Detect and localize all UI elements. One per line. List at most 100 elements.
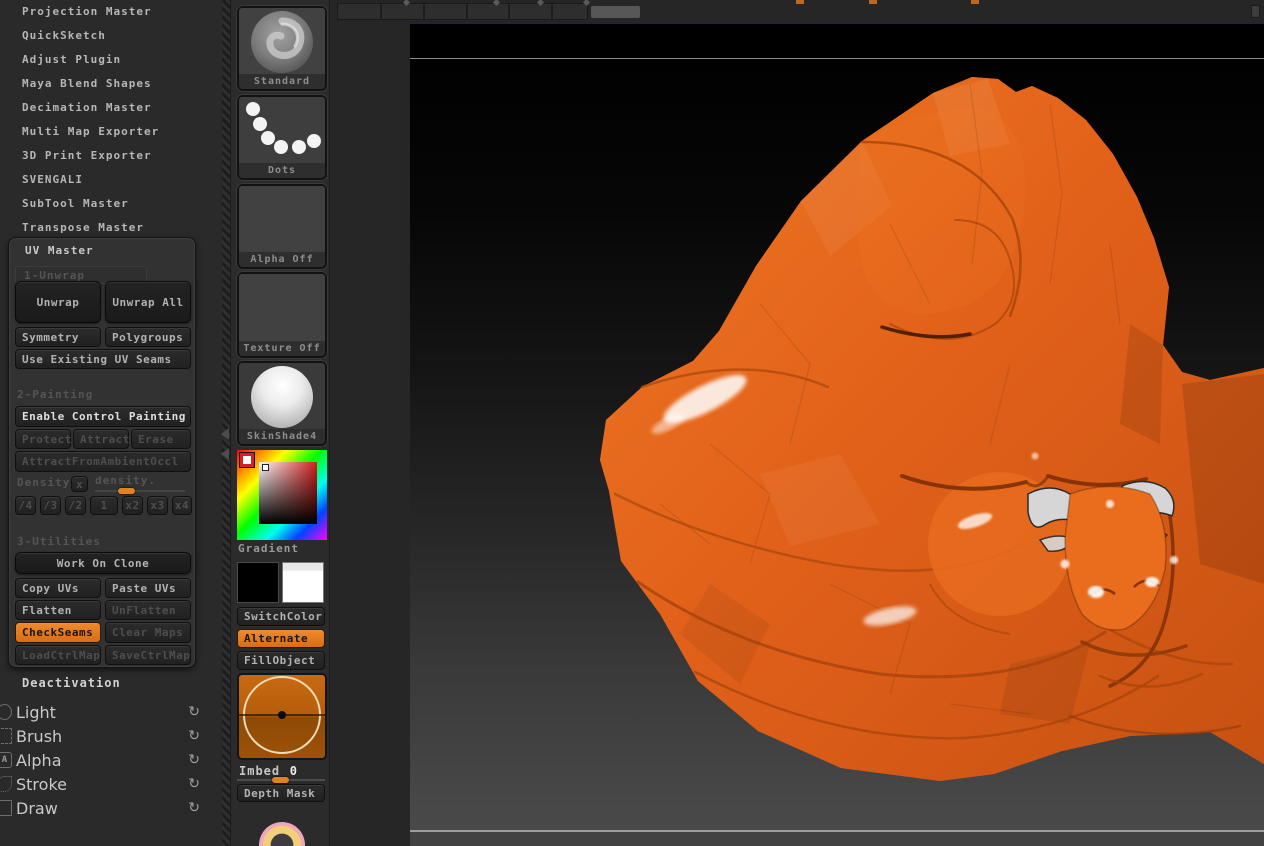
imbed-curve-widget[interactable] bbox=[237, 673, 327, 760]
reset-icon[interactable]: ↻ bbox=[188, 729, 200, 743]
tray-scrollbar[interactable] bbox=[337, 3, 588, 20]
material-sphere-thumbnail bbox=[239, 363, 325, 429]
checkseams-button[interactable]: CheckSeams bbox=[15, 622, 101, 643]
dots-icon bbox=[246, 102, 321, 154]
unwrap-button[interactable]: Unwrap bbox=[15, 281, 101, 323]
reset-icon[interactable]: ↻ bbox=[188, 753, 200, 767]
menu-multi-map-exporter[interactable]: Multi Map Exporter bbox=[0, 120, 214, 144]
sidebar-scroll-strip[interactable] bbox=[221, 0, 230, 846]
paste-uvs-button[interactable]: Paste UVs bbox=[105, 578, 191, 598]
x4-button[interactable]: x4 bbox=[172, 496, 192, 515]
alpha-icon: A bbox=[0, 752, 12, 768]
deactivation-label: Brush bbox=[16, 726, 63, 746]
unwrap-all-button[interactable]: Unwrap All bbox=[105, 281, 191, 323]
menu-svengali[interactable]: SVENGALI bbox=[0, 168, 214, 192]
tray-collapse-arrow-icon[interactable] bbox=[221, 448, 229, 460]
density-x-button[interactable]: x bbox=[71, 476, 88, 492]
reset-icon[interactable]: ↻ bbox=[188, 777, 200, 791]
attract-button[interactable]: Attract bbox=[73, 429, 129, 449]
deactivation-label: Alpha bbox=[16, 750, 62, 770]
stroke-selector-tile[interactable]: Dots bbox=[237, 95, 327, 180]
orange-tick-icon bbox=[869, 0, 877, 4]
div2-button[interactable]: /2 bbox=[65, 496, 86, 515]
tray-segment-divider bbox=[508, 4, 510, 19]
color-picker[interactable] bbox=[237, 450, 327, 540]
x1-button[interactable]: 1 bbox=[90, 496, 118, 515]
deactivation-row-brush[interactable]: Brush ↻ bbox=[0, 724, 222, 748]
div3-button[interactable]: /3 bbox=[40, 496, 61, 515]
menu-quicksketch[interactable]: QuickSketch bbox=[0, 24, 214, 48]
symmetry-button[interactable]: Symmetry bbox=[15, 327, 101, 347]
attract-from-ambient-occl-button[interactable]: AttractFromAmbientOccl bbox=[15, 451, 191, 472]
sculpt-model-3d[interactable] bbox=[410, 24, 1264, 846]
menu-maya-blend-shapes[interactable]: Maya Blend Shapes bbox=[0, 72, 214, 96]
saturation-value-square[interactable] bbox=[259, 462, 317, 524]
erase-button[interactable]: Erase bbox=[131, 429, 191, 449]
unflatten-button[interactable]: UnFlatten bbox=[105, 600, 191, 620]
main-color-swatch[interactable] bbox=[237, 562, 279, 603]
brush-selector-tile[interactable]: Standard bbox=[237, 6, 327, 91]
x3-button[interactable]: x3 bbox=[147, 496, 168, 515]
div4-button[interactable]: /4 bbox=[15, 496, 36, 515]
radial-gradient-icon[interactable] bbox=[259, 822, 305, 846]
enable-control-painting-button[interactable]: Enable Control Painting bbox=[15, 406, 191, 427]
color-cursor-icon[interactable] bbox=[262, 464, 269, 471]
light-icon bbox=[0, 704, 12, 720]
standard-brush-thumbnail bbox=[239, 8, 325, 74]
secondary-color-swatch[interactable] bbox=[282, 562, 324, 603]
save-ctrl-map-button[interactable]: SaveCtrlMap bbox=[105, 645, 191, 665]
copy-uvs-button[interactable]: Copy UVs bbox=[15, 578, 101, 598]
current-color-swatch[interactable] bbox=[239, 452, 255, 468]
document-canvas[interactable] bbox=[410, 24, 1264, 846]
alpha-selector-tile[interactable]: Alpha Off bbox=[237, 184, 327, 269]
imbed-value: 0 bbox=[289, 764, 298, 778]
tile-label: Standard bbox=[239, 74, 325, 89]
imbed-slider[interactable] bbox=[237, 777, 325, 783]
deactivation-row-draw[interactable]: Draw ↻ bbox=[0, 796, 222, 820]
uv-master-panel: UV Master 1-Unwrap Unwrap Unwrap All Sym… bbox=[8, 237, 196, 668]
menu-3d-print-exporter[interactable]: 3D Print Exporter bbox=[0, 144, 214, 168]
tray-scrollbar-end[interactable] bbox=[1251, 5, 1260, 18]
deactivation-row-alpha[interactable]: A Alpha ↻ bbox=[0, 748, 222, 772]
alternate-button[interactable]: Alternate bbox=[237, 629, 325, 648]
brush-swirl-icon bbox=[251, 11, 313, 73]
tray-collapse-arrow-icon[interactable] bbox=[221, 428, 229, 440]
menu-subtool-master[interactable]: SubTool Master bbox=[0, 192, 214, 216]
imbed-label-row: Imbed 0 bbox=[239, 760, 298, 779]
reset-icon[interactable]: ↻ bbox=[188, 801, 200, 815]
clear-maps-button[interactable]: Clear Maps bbox=[105, 622, 191, 643]
fill-object-button[interactable]: FillObject bbox=[237, 651, 325, 670]
material-selector-tile[interactable]: SkinShade4 bbox=[237, 361, 327, 446]
load-ctrl-map-button[interactable]: LoadCtrlMap bbox=[15, 645, 101, 665]
depth-mask-button[interactable]: Depth Mask bbox=[237, 784, 325, 802]
density-slider-thumb[interactable] bbox=[118, 488, 135, 494]
deactivation-title: Deactivation bbox=[22, 676, 121, 690]
protect-button[interactable]: Protect bbox=[15, 429, 71, 449]
brush-icon bbox=[0, 728, 12, 744]
deactivation-label: Light bbox=[16, 702, 56, 722]
deactivation-row-stroke[interactable]: Stroke ↻ bbox=[0, 772, 222, 796]
menu-decimation-master[interactable]: Decimation Master bbox=[0, 96, 214, 120]
stroke-icon bbox=[0, 776, 12, 792]
polygroups-button[interactable]: Polygroups bbox=[105, 327, 191, 347]
tray-scrollbar-thumb[interactable] bbox=[591, 6, 640, 18]
work-on-clone-button[interactable]: Work On Clone bbox=[15, 552, 191, 574]
flatten-button[interactable]: Flatten bbox=[15, 600, 101, 620]
use-existing-uv-seams-button[interactable]: Use Existing UV Seams bbox=[15, 349, 191, 369]
tray-segment-divider bbox=[466, 4, 468, 19]
section-2-painting: 2-Painting bbox=[17, 388, 94, 401]
density-label: Density bbox=[17, 476, 71, 489]
menu-adjust-plugin[interactable]: Adjust Plugin bbox=[0, 48, 214, 72]
texture-selector-tile[interactable]: Texture Off bbox=[237, 272, 327, 358]
switch-color-button[interactable]: SwitchColor bbox=[237, 607, 325, 626]
deactivation-row-light[interactable]: Light ↻ bbox=[0, 700, 222, 724]
reset-icon[interactable]: ↻ bbox=[188, 705, 200, 719]
gradient-toggle[interactable]: Gradient bbox=[238, 542, 299, 555]
menu-projection-master[interactable]: Projection Master bbox=[0, 0, 214, 24]
draw-icon bbox=[0, 800, 12, 816]
density-slider[interactable] bbox=[95, 488, 185, 494]
imbed-slider-thumb[interactable] bbox=[272, 777, 289, 783]
alpha-off-thumbnail bbox=[239, 186, 325, 252]
color-swatches bbox=[237, 562, 327, 603]
x2-button[interactable]: x2 bbox=[122, 496, 143, 515]
